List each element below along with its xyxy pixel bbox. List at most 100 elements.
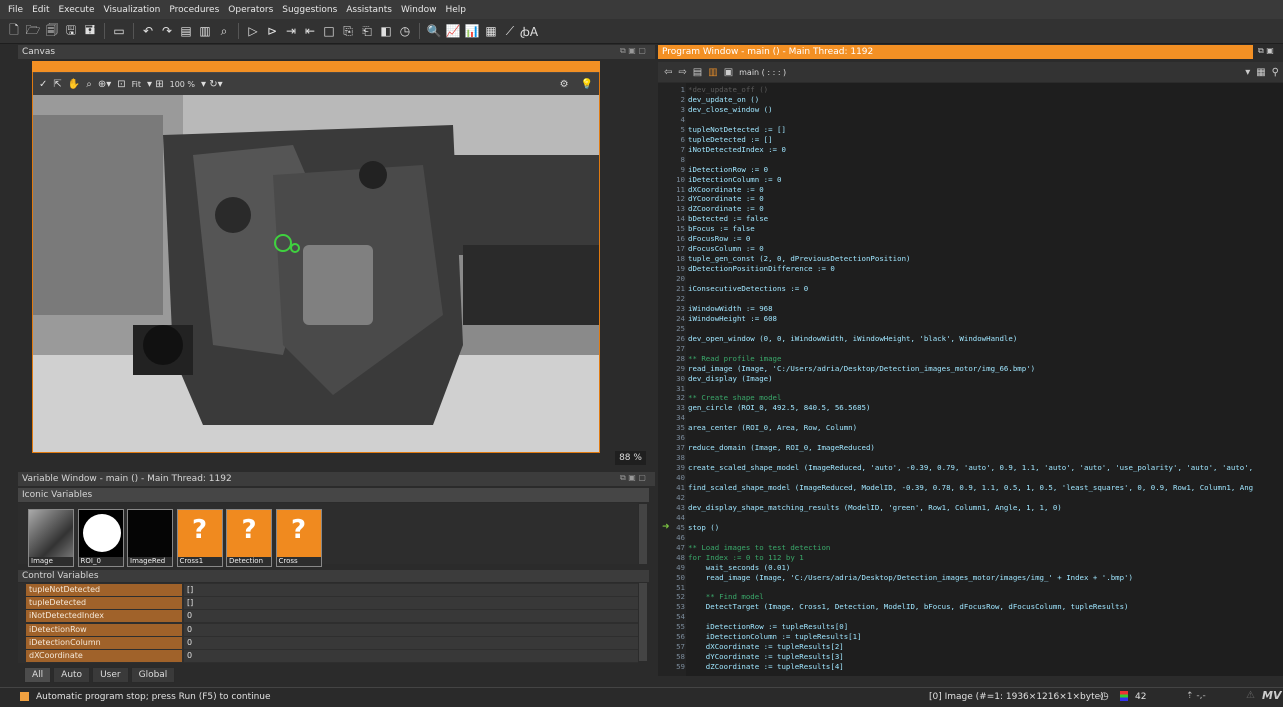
iconic-variable-image[interactable]: Image bbox=[28, 509, 74, 567]
edit-procedure-icon[interactable]: ▦ bbox=[1256, 67, 1265, 78]
code-line[interactable]: 55 iDetectionRow := tupleResults[0] bbox=[658, 622, 1283, 632]
step-over-icon[interactable]: ⊳ bbox=[264, 23, 280, 39]
code-line[interactable]: 41 find_scaled_shape_model (ImageReduced,… bbox=[658, 483, 1283, 493]
forward-icon[interactable]: ⇨ bbox=[678, 67, 686, 78]
profiler-icon[interactable]: ◷ bbox=[397, 23, 413, 39]
back-icon[interactable]: ⇦ bbox=[664, 67, 672, 78]
code-line[interactable]: 34 bbox=[658, 413, 1283, 423]
delete-icon[interactable]: ▥ bbox=[197, 23, 213, 39]
code-line[interactable]: 56 iDetectionColumn := tupleResults[1] bbox=[658, 632, 1283, 642]
code-line[interactable]: 1 *dev_update_off () bbox=[658, 85, 1283, 95]
menu-item-suggestions[interactable]: Suggestions bbox=[282, 5, 337, 15]
code-line[interactable]: 32 ** Create shape model bbox=[658, 393, 1283, 403]
dropdown-chevron-icon[interactable]: ▾ bbox=[1245, 67, 1250, 78]
filter-icon[interactable]: ⚲ bbox=[1272, 67, 1279, 78]
control-variable-row[interactable]: tupleNotDetected[] bbox=[18, 584, 638, 596]
open-file-icon[interactable]: 🗁 bbox=[25, 23, 41, 39]
code-line[interactable]: 3 dev_close_window () bbox=[658, 105, 1283, 115]
code-line[interactable]: 28 ** Read profile image bbox=[658, 354, 1283, 364]
control-variable-row[interactable]: iDetectionRow 0 bbox=[18, 623, 638, 636]
iconic-variable-detection[interactable]: ? Detection bbox=[226, 509, 272, 567]
pointer-icon[interactable]: ✓ bbox=[39, 79, 47, 90]
zoom-window-icon[interactable]: 🔍 bbox=[426, 23, 442, 39]
code-line[interactable]: 46 bbox=[658, 533, 1283, 543]
save-as-icon[interactable]: 🖬 bbox=[82, 23, 98, 39]
feature-histogram-icon[interactable]: 📊 bbox=[464, 23, 480, 39]
code-line[interactable]: 5 tupleNotDetected := [] bbox=[658, 125, 1283, 135]
code-line[interactable]: 54 bbox=[658, 612, 1283, 622]
iconic-variable-cross[interactable]: ? Cross bbox=[275, 509, 322, 567]
breakpoint-icon[interactable]: ◧ bbox=[378, 23, 394, 39]
find-icon[interactable]: ⌕ bbox=[216, 23, 232, 39]
insert-icon[interactable]: ▤ bbox=[178, 23, 194, 39]
code-line[interactable]: 45 stop () bbox=[658, 523, 1283, 533]
code-line[interactable]: 52 ** Find model bbox=[658, 592, 1283, 602]
code-line[interactable]: 14 bDetected := false bbox=[658, 214, 1283, 224]
select-icon[interactable]: ⇱ bbox=[53, 79, 61, 90]
zoom-level-label[interactable]: 100 % bbox=[170, 80, 195, 89]
menu-item-visualization[interactable]: Visualization bbox=[104, 5, 161, 15]
code-line[interactable]: 2 dev_update_on () bbox=[658, 95, 1283, 105]
control-variable-row[interactable]: tupleDetected[] bbox=[18, 597, 638, 610]
code-line[interactable]: 7 iNotDetectedIndex := 0 bbox=[658, 145, 1283, 155]
tab-all[interactable]: All bbox=[24, 667, 52, 683]
code-line[interactable]: 37 reduce_domain (Image, ROI_0, ImageRedu… bbox=[658, 443, 1283, 453]
panel-controls-icon[interactable]: ⧉ ▣ ▢ bbox=[620, 46, 646, 56]
fit-label[interactable]: Fit bbox=[132, 80, 141, 89]
settings-icon[interactable]: ⚙ bbox=[560, 79, 569, 90]
undo-icon[interactable]: ↶ bbox=[140, 23, 156, 39]
fit-icon[interactable]: ⊡ bbox=[117, 79, 125, 90]
control-variable-row[interactable]: dXCoordinate 0 bbox=[18, 650, 638, 662]
iconic-variable-imagered[interactable]: ImageRed bbox=[127, 509, 173, 567]
zoom-in-icon[interactable]: ⊕▾ bbox=[98, 79, 111, 90]
code-line[interactable]: 18 tuple_gen_const (2, 0, dPreviousDetect… bbox=[658, 254, 1283, 264]
line-profile-icon[interactable]: ⟋ bbox=[502, 23, 518, 39]
code-line[interactable]: 21 iConsecutiveDetections := 0 bbox=[658, 284, 1283, 294]
code-line[interactable]: 51 bbox=[658, 583, 1283, 593]
code-line[interactable]: 57 dXCoordinate := tupleResults[2] bbox=[658, 642, 1283, 652]
control-variable-row[interactable]: iNotDetectedIndex 0 bbox=[18, 610, 638, 623]
code-line[interactable]: 49 wait_seconds (0.01) bbox=[658, 563, 1283, 573]
code-line[interactable]: 35 area_center (ROI_0, Area, Row, Column) bbox=[658, 423, 1283, 433]
redo-icon[interactable]: ↷ bbox=[159, 23, 175, 39]
code-line[interactable]: 22 bbox=[658, 294, 1283, 304]
code-line[interactable]: 19 dDetectionPositionDifference := 0 bbox=[658, 264, 1283, 274]
menu-item-procedures[interactable]: Procedures bbox=[169, 5, 219, 15]
code-line[interactable]: 6 tupleDetected := [] bbox=[658, 135, 1283, 145]
step-out-icon[interactable]: ⇤ bbox=[302, 23, 318, 39]
window-icon[interactable]: ▭ bbox=[111, 23, 127, 39]
run-icon[interactable]: ▷ bbox=[245, 23, 261, 39]
menu-item-edit[interactable]: Edit bbox=[32, 5, 49, 15]
menu-item-operators[interactable]: Operators bbox=[228, 5, 273, 15]
code-line[interactable]: 23 iWindowWidth := 968 bbox=[658, 304, 1283, 314]
code-editor[interactable]: 1 *dev_update_off () 2 dev_update_on () 3 dev… bbox=[658, 83, 1283, 676]
code-line[interactable]: 50 read_image (Image, 'C:/Users/adria/De… bbox=[658, 573, 1283, 583]
code-line[interactable]: 44 bbox=[658, 513, 1283, 523]
code-line[interactable]: 33 gen_circle (ROI_0, 492.5, 840.5, 56.56… bbox=[658, 403, 1283, 413]
code-line[interactable]: 17 dFocusColumn := 0 bbox=[658, 244, 1283, 254]
menu-item-assistants[interactable]: Assistants bbox=[346, 5, 392, 15]
code-line[interactable]: 9 iDetectionRow := 0 bbox=[658, 165, 1283, 175]
code-line[interactable]: 11 dXCoordinate := 0 bbox=[658, 185, 1283, 195]
zoom-level-icon[interactable]: ▾ ⊞ bbox=[147, 79, 164, 90]
rotate-icon[interactable]: ▾ ↻▾ bbox=[201, 79, 223, 90]
step-into-icon[interactable]: ⇥ bbox=[283, 23, 299, 39]
menu-item-file[interactable]: File bbox=[8, 5, 23, 15]
code-line[interactable]: 48 for Index := 0 to 112 by 1 bbox=[658, 553, 1283, 563]
code-line[interactable]: 53 DetectTarget (Image, Cross1, Detectio… bbox=[658, 602, 1283, 612]
tab-global[interactable]: Global bbox=[130, 667, 176, 683]
reset-all-icon[interactable]: ⎗ bbox=[359, 23, 375, 39]
reset-icon[interactable]: ⎘ bbox=[340, 23, 356, 39]
code-line[interactable]: 31 bbox=[658, 384, 1283, 394]
variable-panel-controls-icon[interactable]: ⧉ ▣ ▢ bbox=[620, 473, 646, 483]
open-recent-icon[interactable]: 🗐 bbox=[44, 23, 60, 39]
program-listing-icon[interactable]: ▤ bbox=[693, 67, 702, 78]
save-icon[interactable]: 🖫 bbox=[63, 23, 79, 39]
code-line[interactable]: 47 ** Load images to test detection bbox=[658, 543, 1283, 553]
code-line[interactable]: 42 bbox=[658, 493, 1283, 503]
code-line[interactable]: 43 dev_display_shape_matching_results (Mo… bbox=[658, 503, 1283, 513]
procedure-icon[interactable]: ▥ bbox=[708, 67, 717, 78]
code-line[interactable]: 27 bbox=[658, 344, 1283, 354]
control-scrollbar[interactable] bbox=[639, 583, 647, 661]
iconic-variable-cross1[interactable]: ? Cross1 bbox=[176, 509, 223, 567]
